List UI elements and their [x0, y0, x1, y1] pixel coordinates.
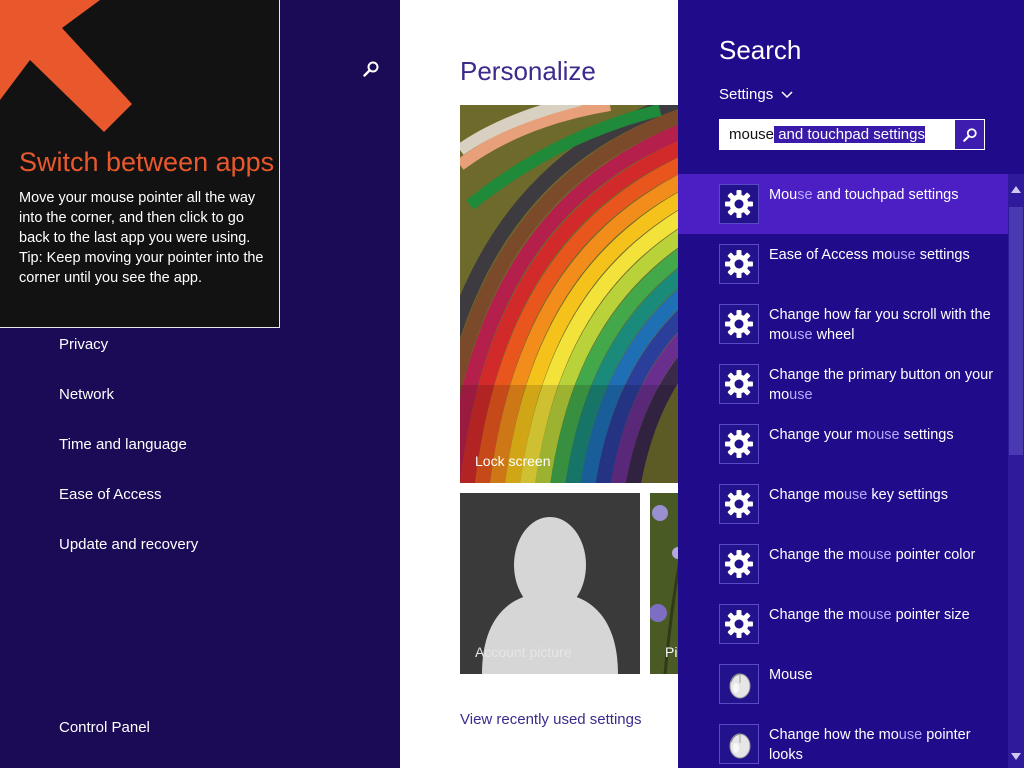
search-result-item[interactable]: Change the mouse pointer size — [678, 594, 1008, 654]
result-text: Mou — [769, 187, 798, 203]
nav-item-ease-of-access[interactable]: Ease of Access — [59, 486, 162, 503]
search-result-item[interactable]: Change the primary button on your mouse — [678, 354, 1008, 414]
result-match-highlight: ouse — [860, 607, 892, 623]
result-text: Change the m — [769, 547, 861, 563]
switch-apps-tip: Switch between apps Move your mouse poin… — [0, 0, 280, 328]
search-query-suggestion: and touchpad settings — [774, 126, 925, 143]
search-result-item[interactable]: Change the mouse pointer color — [678, 534, 1008, 594]
result-text: wheel — [812, 326, 855, 343]
search-result-label: Change mouse key settings — [769, 486, 994, 506]
result-text: Ease of Access mo — [769, 247, 893, 263]
nav-item-privacy[interactable]: Privacy — [59, 336, 108, 353]
search-result-label: Ease of Access mouse settings — [769, 246, 994, 266]
nav-item-network[interactable]: Network — [59, 386, 114, 403]
result-match-highlight: use — [892, 247, 916, 263]
search-icon — [962, 127, 977, 142]
account-picture-tile[interactable]: Account picture — [460, 493, 640, 674]
gear-icon — [719, 184, 759, 224]
nav-item-time-and-language[interactable]: Time and language — [59, 436, 187, 453]
result-match-highlight: use — [843, 487, 868, 503]
gear-icon — [719, 544, 759, 584]
gear-icon — [719, 304, 759, 344]
mouse-icon — [719, 664, 759, 704]
search-result-item[interactable]: Mouse — [678, 654, 1008, 714]
result-text: Change mo — [769, 487, 844, 503]
corner-arrow-icon — [0, 0, 132, 132]
search-result-item[interactable]: Change how the mouse pointer looks — [678, 714, 1008, 768]
gear-icon — [719, 484, 759, 524]
search-result-label: Change the mouse pointer size — [769, 606, 994, 626]
gear-icon — [719, 604, 759, 644]
search-scope-dropdown[interactable]: Settings — [719, 86, 793, 103]
page-title: Personalize — [460, 56, 596, 86]
chevron-down-icon — [1011, 752, 1021, 760]
nav-item-update-and-recovery[interactable]: Update and recovery — [59, 536, 198, 553]
mouse-icon — [719, 724, 759, 764]
search-input[interactable]: mouse and touchpad settings — [719, 119, 985, 150]
search-go-button[interactable] — [955, 120, 984, 149]
tip-instruction: Move your mouse pointer all the way into… — [19, 190, 256, 246]
gear-icon — [719, 364, 759, 404]
tip-body: Move your mouse pointer all the way into… — [19, 188, 269, 288]
search-scope-label: Settings — [719, 86, 774, 103]
result-match-highlight: ouse — [868, 427, 900, 443]
result-text: settings — [899, 427, 954, 443]
lock-screen-label: Lock screen — [475, 453, 551, 469]
control-panel-link[interactable]: Control Panel — [59, 719, 150, 736]
search-result-label: Change how the mouse pointer looks — [769, 726, 994, 765]
search-result-label: Change the primary button on your mouse — [769, 366, 994, 405]
result-text: Change how the mo — [769, 727, 899, 743]
search-result-item[interactable]: Ease of Access mouse settings — [678, 234, 1008, 294]
result-text: key settings — [867, 487, 948, 503]
result-match-highlight: use — [789, 386, 813, 403]
scroll-down-button[interactable] — [1008, 744, 1024, 768]
lock-screen-image — [460, 105, 678, 483]
result-text: Mouse — [769, 667, 813, 683]
search-query: mouse and touchpad settings — [720, 126, 925, 143]
gear-icon — [719, 424, 759, 464]
search-results-list: Mouse and touchpad settings Ease of Acces… — [678, 174, 1008, 768]
result-text: pointer color — [891, 547, 976, 563]
gear-icon — [719, 244, 759, 284]
result-match-highlight: use — [789, 326, 813, 343]
picture-password-tile[interactable]: Pi — [650, 493, 678, 674]
result-match-highlight: ouse — [860, 547, 892, 563]
tip-hint: Tip: Keep moving your pointer into the c… — [19, 250, 264, 286]
result-text: settings — [915, 247, 970, 263]
search-result-item[interactable]: Change your mouse settings — [678, 414, 1008, 474]
search-result-item[interactable]: Change how far you scroll with the mouse… — [678, 294, 1008, 354]
scroll-up-button[interactable] — [1008, 174, 1024, 204]
search-query-typed: mouse — [729, 126, 775, 143]
search-result-label: Change your mouse settings — [769, 426, 994, 446]
recent-settings-link[interactable]: View recently used settings — [460, 711, 642, 728]
result-text: Change the m — [769, 607, 861, 623]
result-text: and touchpad settings — [812, 187, 959, 203]
results-scrollbar[interactable] — [1008, 174, 1024, 768]
picture-password-label: Pi — [665, 644, 678, 660]
search-title: Search — [719, 35, 802, 65]
result-text: pointer size — [891, 607, 970, 623]
account-picture-label: Account picture — [475, 644, 572, 660]
chevron-up-icon — [1011, 185, 1021, 193]
search-result-label: Mouse and touchpad settings — [769, 186, 994, 206]
chevron-down-icon — [781, 90, 793, 98]
search-result-label: Mouse — [769, 666, 994, 686]
scroll-thumb[interactable] — [1009, 207, 1023, 455]
search-icon[interactable] — [362, 60, 380, 78]
personalize-panel: Personalize Lock screen Account picture … — [400, 0, 678, 768]
result-match-highlight: use — [898, 727, 923, 743]
search-result-label: Change how far you scroll with the mouse… — [769, 306, 994, 345]
search-result-label: Change the mouse pointer color — [769, 546, 994, 566]
tip-title: Switch between apps — [19, 147, 275, 177]
result-match-highlight: se — [797, 187, 813, 203]
lock-screen-tile[interactable]: Lock screen — [460, 105, 678, 483]
search-result-item[interactable]: Mouse and touchpad settings — [678, 174, 1008, 234]
result-text: Change your m — [769, 427, 869, 443]
search-result-item[interactable]: Change mouse key settings — [678, 474, 1008, 534]
